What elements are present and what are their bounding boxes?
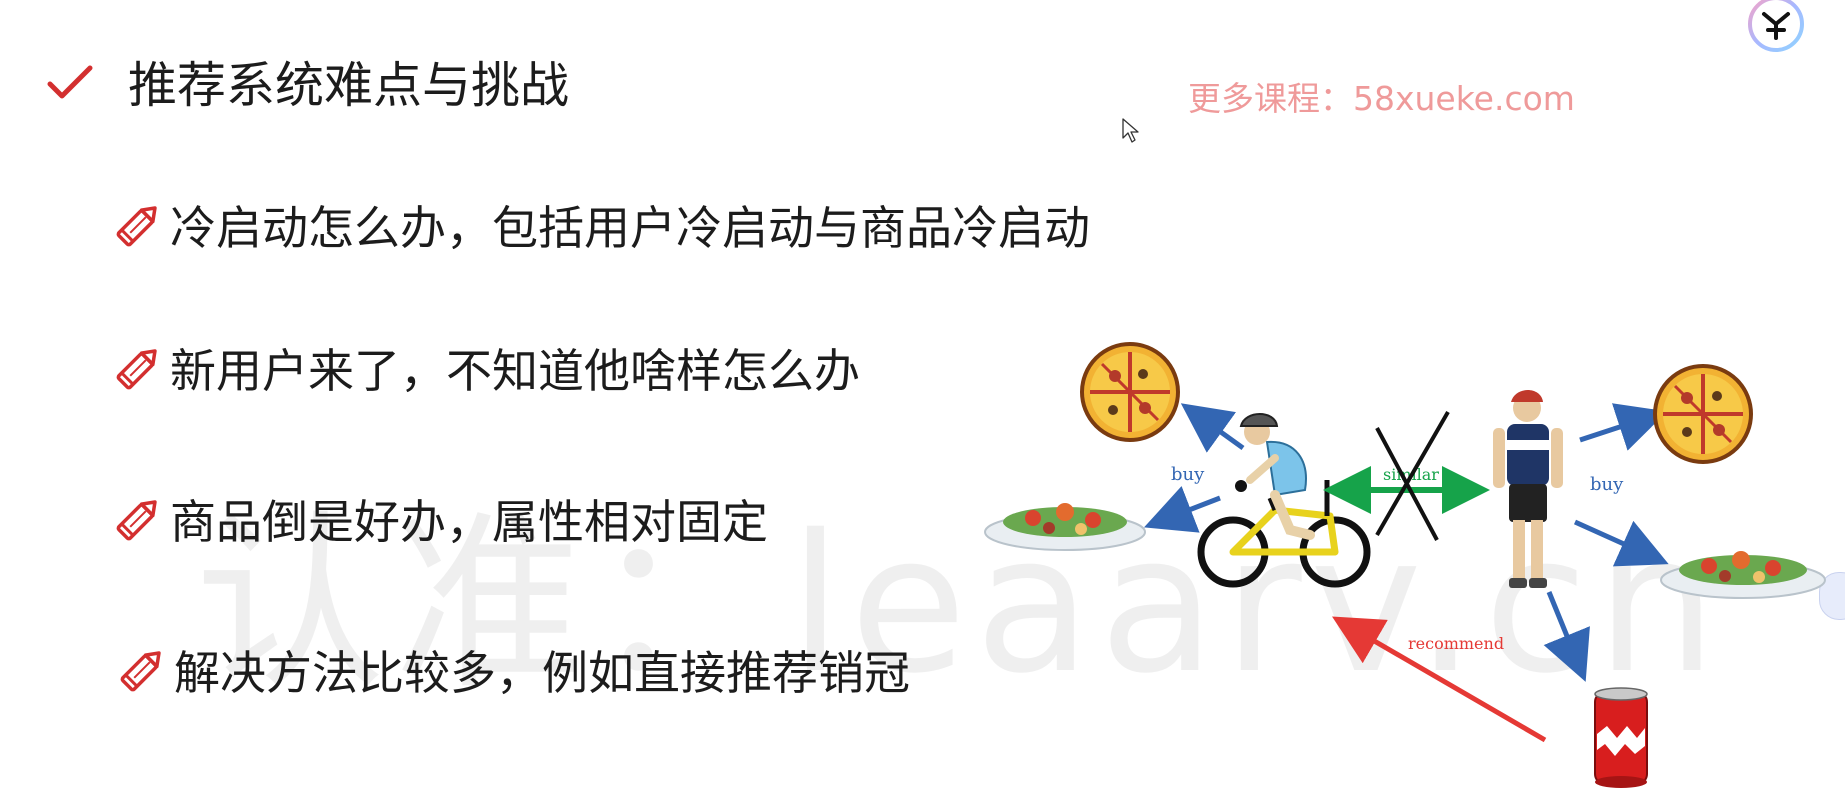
standing-man-image xyxy=(1493,390,1563,588)
pencil-icon xyxy=(116,349,157,390)
bullet-item: 新用户来了，不知道他啥样怎么办 xyxy=(112,335,860,401)
pizza-right-image xyxy=(1653,364,1753,464)
recommendation-illustration: buy similar buy xyxy=(984,342,1826,788)
pizza-left-image xyxy=(1080,342,1180,442)
cyclist-image xyxy=(1197,413,1371,588)
logo-badge-icon[interactable] xyxy=(1746,0,1806,52)
bullet-text: 新用户来了，不知道他啥样怎么办 xyxy=(170,344,860,398)
pencil-icon xyxy=(120,651,161,692)
mouse-cursor-icon xyxy=(1122,118,1139,143)
bullet-item: 冷启动怎么办，包括用户冷启动与商品冷启动 xyxy=(112,192,1090,258)
label-buy-left: buy xyxy=(1171,464,1205,485)
watermark-top: 更多课程：58xueke.com xyxy=(1188,79,1575,118)
bullet-text: 冷启动怎么办，包括用户冷启动与商品冷启动 xyxy=(170,201,1090,255)
salad-right-image xyxy=(1660,551,1826,599)
label-recommend: recommend xyxy=(1408,634,1504,653)
slide-title: 推荐系统难点与挑战 xyxy=(128,57,570,114)
slide-title-row: 推荐系统难点与挑战 xyxy=(46,46,569,117)
pencil-icon xyxy=(116,500,157,541)
check-icon xyxy=(47,65,93,98)
bullet-item: 解决方法比较多，例如直接推荐销冠 xyxy=(116,637,910,703)
soda-can-image xyxy=(1594,687,1648,788)
bullet-item: 商品倒是好办，属性相对固定 xyxy=(112,486,768,552)
salad-left-image xyxy=(984,503,1146,551)
bullet-text: 解决方法比较多，例如直接推荐销冠 xyxy=(174,646,910,700)
bullet-text: 商品倒是好办，属性相对固定 xyxy=(170,495,768,549)
pencil-icon xyxy=(116,206,157,247)
label-buy-right: buy xyxy=(1590,474,1624,495)
